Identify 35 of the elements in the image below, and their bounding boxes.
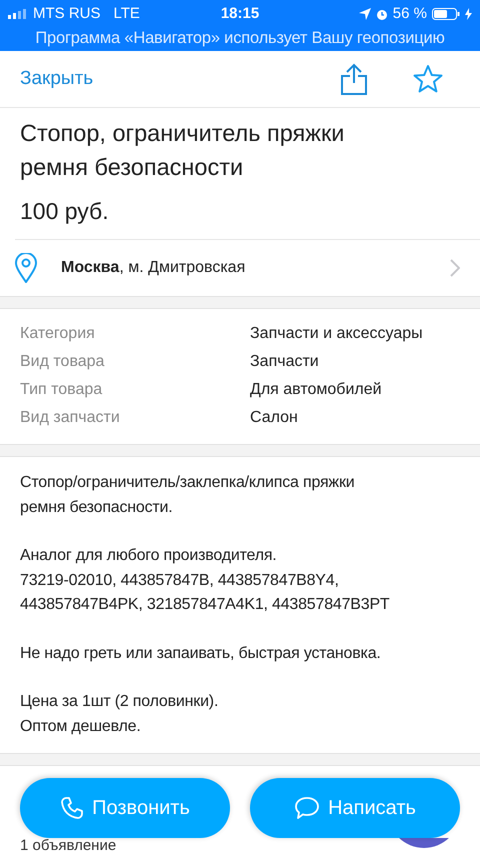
- spec-value: Запчасти и аксессуары: [250, 325, 423, 343]
- listing-price: 100 руб.: [20, 198, 110, 225]
- chevron-right-icon: [450, 259, 460, 277]
- battery-icon: [432, 8, 460, 20]
- spec-value: Для автомобилей: [250, 381, 382, 399]
- network-type: LTE: [114, 5, 140, 22]
- speech-bubble-icon: [294, 796, 320, 820]
- location-banner[interactable]: Программа «Навигатор» использует Вашу геопозицию: [0, 27, 480, 51]
- spec-label: Тип товара: [20, 381, 104, 399]
- spec-value: Запчасти: [250, 353, 319, 371]
- signal-icon: [8, 8, 28, 18]
- description-paragraph: Не надо греть или запаивать, быстрая установка.: [20, 644, 382, 664]
- close-button[interactable]: Закрыть: [20, 68, 94, 90]
- location-text: Москва, м. Дмитровская: [61, 259, 246, 277]
- map-pin-icon: [15, 253, 37, 283]
- description-paragraph: Стопор/ограничитель/заклепка/клипса пряжки ремня безопасности.: [20, 473, 356, 518]
- star-icon[interactable]: [413, 64, 443, 94]
- share-icon[interactable]: [341, 63, 367, 95]
- description-paragraph: Аналог для любого производителя. 73219-02010, 443857847B, 443857847B8Y4, 443857847B4PK, 321857847A4K1, 443857847B3PT: [20, 546, 391, 615]
- call-button[interactable]: Позвонить: [20, 778, 230, 838]
- spec-label: Категория: [20, 325, 96, 343]
- spec-value: Салон: [250, 409, 298, 427]
- location-arrow-icon: [358, 8, 371, 20]
- spec-label: Вид запчасти: [20, 409, 121, 427]
- alarm-clock-icon: [376, 8, 388, 20]
- status-time: 18:15: [220, 5, 260, 22]
- ads-count: 1 объявление: [20, 838, 116, 854]
- battery-percent: 56 %: [392, 5, 427, 22]
- charging-icon: [465, 8, 472, 20]
- message-button[interactable]: Написать: [250, 778, 460, 838]
- carrier-name: MTS RUS: [33, 5, 100, 22]
- spec-label: Вид товара: [20, 353, 106, 371]
- description-paragraph: Цена за 1шт (2 половинки). Оптом дешевле.: [20, 692, 220, 736]
- phone-icon: [60, 796, 84, 820]
- listing-title: Стопор, ограничитель пряжки ремня безопасности: [20, 119, 346, 182]
